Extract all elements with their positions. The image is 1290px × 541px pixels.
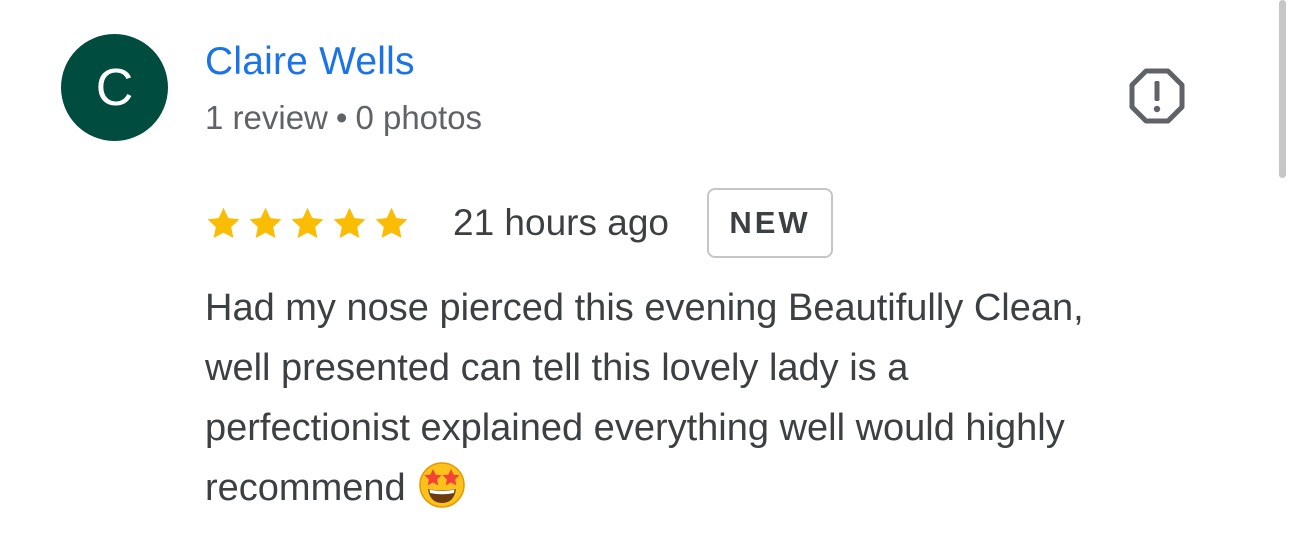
review-time: 21 hours ago (453, 202, 670, 243)
star-icon (375, 207, 408, 238)
review-text-line: perfectionist explained everything well … (205, 407, 1065, 449)
review-card: C Claire Wells 1 review • 0 photos 21 hour… (0, 0, 1290, 541)
scrollbar-thumb[interactable] (1279, 0, 1286, 178)
star-icon (291, 207, 324, 238)
rating-row: 21 hours ago NEW (205, 186, 834, 260)
star-icon (207, 207, 240, 238)
scrollbar[interactable] (1276, 0, 1290, 541)
new-badge-label: NEW (729, 205, 811, 240)
review-text-line: recommend (205, 458, 1235, 518)
star-rating (205, 205, 415, 242)
review-text: Had my nose pierced this evening Beautif… (205, 278, 1235, 518)
avatar[interactable]: C (61, 34, 168, 141)
review-text-line: Had my nose pierced this evening Beautif… (205, 287, 1084, 329)
review-count: 1 review (205, 99, 328, 136)
meta-separator: • (335, 99, 348, 136)
star-icon (333, 207, 366, 238)
star-icon (249, 207, 282, 238)
report-octagon-icon (1129, 68, 1185, 124)
review-text-line: well presented can tell this lovely lady… (205, 347, 909, 389)
new-badge: NEW (707, 188, 834, 258)
star-struck-emoji-icon (418, 462, 465, 508)
reviewer-meta: 1 review • 0 photos (205, 97, 482, 139)
report-button[interactable] (1128, 67, 1186, 125)
reviewer-name[interactable]: Claire Wells (205, 38, 415, 86)
avatar-initial: C (95, 58, 134, 117)
photo-count: 0 photos (355, 99, 483, 136)
